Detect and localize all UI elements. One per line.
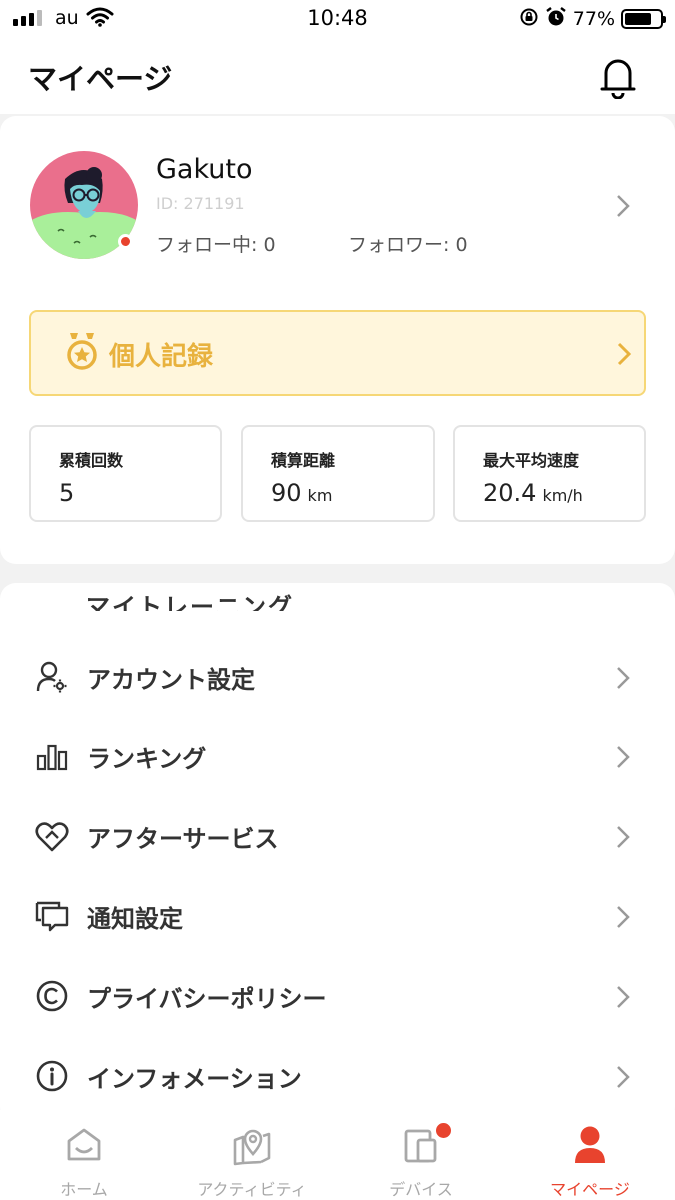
online-status-dot — [118, 234, 133, 249]
stat-label: 最大平均速度 — [483, 451, 580, 470]
chevron-right-icon[interactable] — [616, 194, 630, 222]
chevron-right-icon — [616, 1065, 630, 1093]
user-id: ID: 271191 — [156, 194, 245, 213]
menu-item-privacy-policy[interactable]: プライバシーポリシー — [0, 957, 675, 1037]
medal-icon — [65, 330, 99, 376]
stat-card-total-count[interactable]: 累積回数 5 — [29, 425, 222, 522]
menu-item-notification-settings[interactable]: 通知設定 — [0, 877, 675, 957]
notification-settings-icon — [35, 899, 69, 933]
nav-activity[interactable]: アクティビティ — [168, 1110, 336, 1200]
chevron-right-icon — [616, 905, 630, 933]
menu-item-label: アカウント設定 — [87, 666, 255, 694]
nav-label: マイページ — [550, 1180, 630, 1199]
copyright-icon — [35, 979, 69, 1013]
menu-item-ranking[interactable]: ランキング — [0, 717, 675, 797]
account-settings-icon — [35, 660, 69, 694]
nav-home[interactable]: ホーム — [0, 1110, 168, 1200]
chevron-right-icon — [616, 985, 630, 1013]
menu-item-label: ランキング — [87, 745, 207, 773]
nav-mypage[interactable]: マイページ — [506, 1110, 674, 1200]
page-title: マイページ — [28, 62, 173, 96]
menu-item-clipped[interactable]: マイトレーニング — [0, 583, 675, 611]
followers-count[interactable]: フォロワー: 0 — [348, 230, 468, 257]
menu-item-label: インフォメーション — [87, 1065, 302, 1093]
rotation-lock-icon — [519, 7, 539, 31]
stat-label: 積算距離 — [271, 451, 336, 470]
stat-value: 5 — [59, 479, 75, 507]
page-header: マイページ — [0, 38, 675, 114]
menu-item-label: 通知設定 — [87, 905, 183, 933]
nav-label: アクティビティ — [197, 1180, 307, 1199]
activity-map-icon — [233, 1126, 271, 1170]
bell-icon[interactable] — [598, 55, 638, 103]
person-icon — [573, 1126, 607, 1168]
personal-records-button[interactable]: 個人記録 — [29, 310, 646, 396]
following-count[interactable]: フォロー中: 0 — [156, 230, 276, 257]
stat-card-total-distance[interactable]: 積算距離 90 km — [241, 425, 435, 522]
chevron-right-icon — [616, 666, 630, 694]
device-icon — [403, 1126, 439, 1168]
nav-device[interactable]: デバイス — [337, 1110, 505, 1200]
stat-card-max-avg-speed[interactable]: 最大平均速度 20.4 km/h — [453, 425, 646, 522]
battery-percent: 77% — [572, 8, 615, 30]
menu-item-label: マイトレーニング — [86, 593, 294, 611]
chevron-right-icon — [616, 825, 630, 853]
after-service-icon — [35, 819, 69, 853]
personal-records-label: 個人記録 — [109, 342, 214, 372]
notification-badge — [436, 1123, 451, 1138]
stat-value: 20.4 km/h — [483, 479, 583, 507]
chevron-right-icon — [617, 342, 632, 370]
home-icon — [66, 1126, 102, 1166]
chevron-right-icon — [616, 745, 630, 773]
alarm-icon — [545, 6, 567, 32]
menu-item-after-service[interactable]: アフターサービス — [0, 797, 675, 877]
menu-item-information[interactable]: インフォメーション — [0, 1037, 675, 1117]
username: Gakuto — [156, 154, 253, 185]
menu-item-label: プライバシーポリシー — [87, 985, 327, 1013]
menu-item-label: アフターサービス — [87, 825, 279, 853]
stat-value: 90 km — [271, 479, 333, 507]
status-bar: au 10:48 77% — [0, 0, 675, 38]
profile-card: Gakuto ID: 271191 フォロー中: 0 フォロワー: 0 個人記録… — [0, 116, 675, 564]
nav-label: ホーム — [60, 1180, 108, 1199]
stat-label: 累積回数 — [59, 451, 124, 470]
info-icon — [35, 1059, 69, 1093]
ranking-icon — [35, 739, 69, 773]
bottom-nav: ホーム アクティビティ デバイス マイページ — [0, 1110, 675, 1200]
menu-item-account-settings[interactable]: アカウント設定 — [0, 638, 675, 718]
nav-label: デバイス — [389, 1180, 453, 1199]
menu-list: マイトレーニング アカウント設定 ランキング アフターサービス 通知設定 プライ… — [0, 583, 675, 1123]
battery-icon — [621, 9, 666, 29]
